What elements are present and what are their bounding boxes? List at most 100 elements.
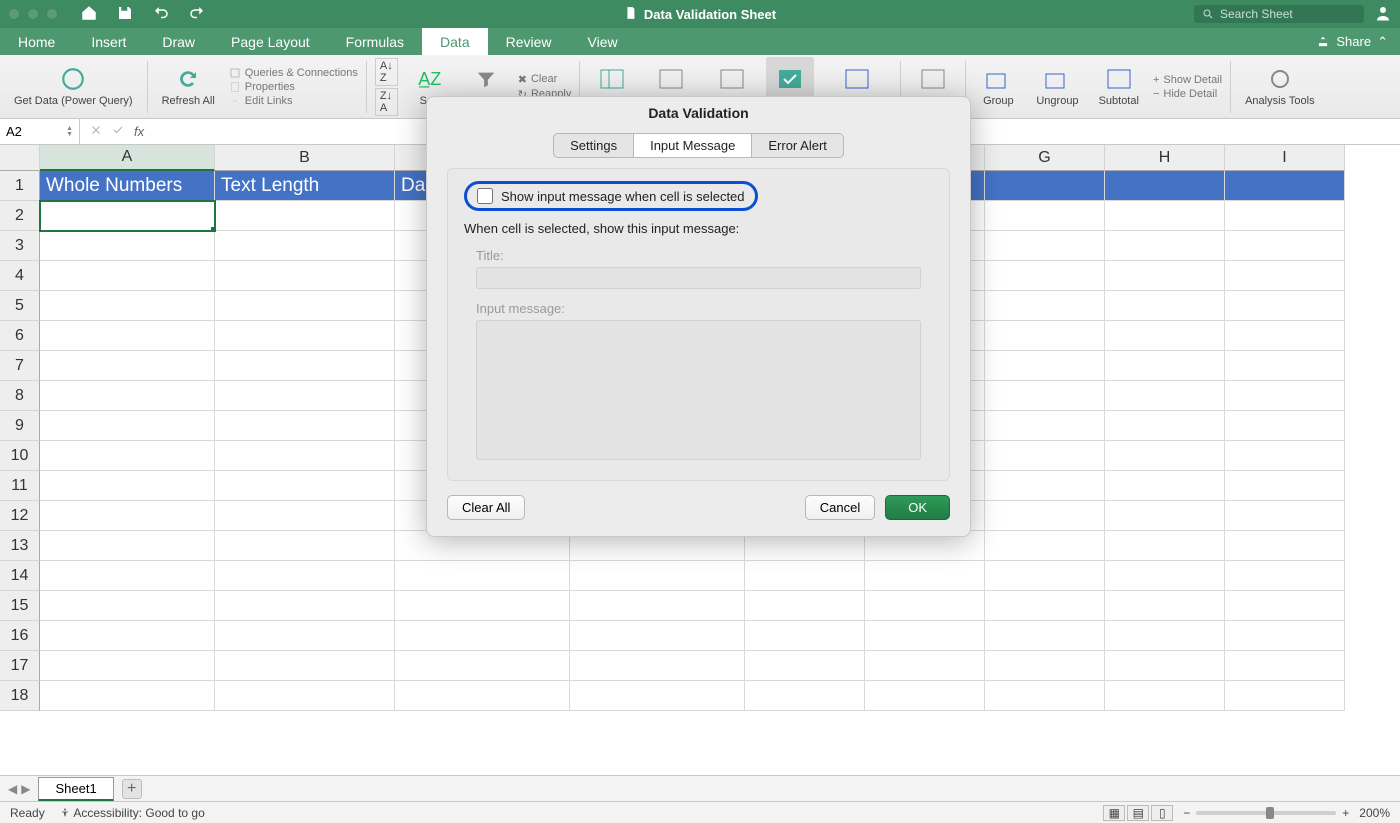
cell[interactable] [1225, 471, 1345, 501]
cell[interactable] [865, 561, 985, 591]
cell[interactable] [40, 531, 215, 561]
sheet-tab-sheet1[interactable]: Sheet1 [38, 777, 113, 801]
cell[interactable] [985, 201, 1105, 231]
cell[interactable] [985, 501, 1105, 531]
cell[interactable] [1105, 681, 1225, 711]
cell[interactable] [985, 231, 1105, 261]
cell[interactable] [1225, 261, 1345, 291]
cell[interactable] [40, 621, 215, 651]
cell[interactable] [1105, 291, 1225, 321]
sheet-nav-next-icon[interactable]: ▶ [21, 782, 30, 796]
search-input[interactable]: Search Sheet [1194, 5, 1364, 23]
message-input[interactable] [476, 320, 921, 460]
fx-label[interactable]: fx [134, 124, 144, 139]
cell[interactable] [1225, 441, 1345, 471]
save-icon[interactable] [116, 4, 134, 25]
row-header[interactable]: 9 [0, 411, 40, 441]
tab-data[interactable]: Data [422, 28, 488, 55]
show-detail-button[interactable]: +Show Detail [1153, 74, 1222, 86]
col-header[interactable]: B [215, 145, 395, 171]
row-header[interactable]: 12 [0, 501, 40, 531]
user-icon[interactable] [1374, 4, 1392, 25]
cell[interactable] [215, 381, 395, 411]
dialog-tab-input-message[interactable]: Input Message [634, 133, 752, 158]
row-header[interactable]: 3 [0, 231, 40, 261]
cell[interactable] [985, 291, 1105, 321]
minimize-window-icon[interactable] [27, 8, 39, 20]
cell[interactable] [215, 531, 395, 561]
cell[interactable] [985, 171, 1105, 201]
cell[interactable] [570, 591, 745, 621]
close-window-icon[interactable] [8, 8, 20, 20]
undo-icon[interactable] [152, 4, 170, 25]
tab-page-layout[interactable]: Page Layout [213, 28, 328, 55]
group-button[interactable]: Group [974, 57, 1022, 116]
cell[interactable] [40, 261, 215, 291]
dialog-tab-settings[interactable]: Settings [553, 133, 634, 158]
cell[interactable] [1105, 321, 1225, 351]
cell[interactable] [215, 651, 395, 681]
cell[interactable] [40, 441, 215, 471]
title-input[interactable] [476, 267, 921, 289]
zoom-window-icon[interactable] [46, 8, 58, 20]
edit-links-button[interactable]: Edit Links [229, 95, 358, 107]
row-header[interactable]: 10 [0, 441, 40, 471]
dialog-tab-error-alert[interactable]: Error Alert [752, 133, 844, 158]
cell[interactable] [1225, 501, 1345, 531]
cell[interactable] [985, 441, 1105, 471]
cell[interactable] [215, 201, 395, 231]
cell[interactable] [215, 441, 395, 471]
cell[interactable] [215, 351, 395, 381]
cell[interactable] [1105, 651, 1225, 681]
cell[interactable] [985, 651, 1105, 681]
row-header[interactable]: 5 [0, 291, 40, 321]
cell[interactable] [1105, 261, 1225, 291]
col-header[interactable]: G [985, 145, 1105, 171]
cell[interactable] [985, 351, 1105, 381]
cell[interactable] [1225, 651, 1345, 681]
cell[interactable] [1105, 411, 1225, 441]
cell[interactable] [1105, 561, 1225, 591]
row-header[interactable]: 8 [0, 381, 40, 411]
cell[interactable] [1105, 381, 1225, 411]
view-normal-icon[interactable]: ▦ [1103, 805, 1125, 821]
collapse-ribbon-icon[interactable]: ⌃ [1377, 34, 1388, 50]
cell[interactable] [1105, 471, 1225, 501]
cell[interactable] [40, 291, 215, 321]
cell[interactable] [1225, 201, 1345, 231]
cell[interactable] [40, 351, 215, 381]
cell[interactable] [985, 321, 1105, 351]
queries-connections-button[interactable]: Queries & Connections [229, 67, 358, 79]
row-header[interactable]: 6 [0, 321, 40, 351]
name-box-dropdown-icon[interactable]: ▲▼ [66, 126, 73, 137]
cell[interactable]: Whole Numbers [40, 171, 215, 201]
view-page-break-icon[interactable]: ▯ [1151, 805, 1173, 821]
get-data-button[interactable]: Get Data (Power Query) [8, 57, 139, 116]
cell[interactable] [745, 621, 865, 651]
properties-button[interactable]: Properties [229, 81, 358, 93]
tab-view[interactable]: View [570, 28, 636, 55]
cell[interactable] [985, 531, 1105, 561]
cell[interactable] [1105, 171, 1225, 201]
zoom-level[interactable]: 200% [1359, 806, 1390, 820]
home-icon[interactable] [80, 4, 98, 25]
cell[interactable]: Text Length [215, 171, 395, 201]
tab-home[interactable]: Home [0, 28, 73, 55]
clear-all-button[interactable]: Clear All [447, 495, 525, 520]
col-header[interactable]: I [1225, 145, 1345, 171]
sheet-nav-prev-icon[interactable]: ◀ [8, 782, 17, 796]
zoom-in-button[interactable]: + [1342, 806, 1349, 820]
subtotal-button[interactable]: Subtotal [1093, 57, 1145, 116]
zoom-slider[interactable]: − + [1183, 806, 1349, 820]
cell[interactable] [570, 681, 745, 711]
cell[interactable] [40, 681, 215, 711]
view-page-layout-icon[interactable]: ▤ [1127, 805, 1149, 821]
cell[interactable] [1225, 171, 1345, 201]
row-header[interactable]: 11 [0, 471, 40, 501]
cell[interactable] [40, 381, 215, 411]
window-controls[interactable] [8, 8, 58, 20]
cell[interactable] [395, 591, 570, 621]
cell[interactable] [1225, 531, 1345, 561]
col-header[interactable]: H [1105, 145, 1225, 171]
cell[interactable] [1105, 531, 1225, 561]
